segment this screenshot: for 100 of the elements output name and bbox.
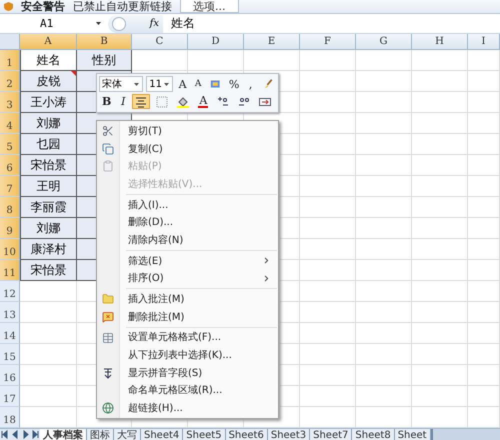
sheet-tab[interactable]: Sheet4 xyxy=(141,429,184,440)
table-cell xyxy=(468,386,500,407)
row-header[interactable]: 15 xyxy=(0,344,20,365)
table-cell xyxy=(356,197,412,218)
column-header[interactable]: A xyxy=(20,34,77,50)
sheet-tab[interactable]: Sheet8 xyxy=(352,429,395,440)
font-color-button[interactable]: A xyxy=(195,94,212,110)
formula-input[interactable]: 姓名 xyxy=(163,15,195,32)
row-header[interactable]: 18 xyxy=(0,407,20,428)
table-cell xyxy=(468,407,500,428)
bold-button[interactable]: B xyxy=(99,94,114,110)
column-header[interactable]: F xyxy=(300,34,356,50)
name-box[interactable]: A1 xyxy=(0,14,108,32)
row-header[interactable]: 2 xyxy=(0,71,20,92)
row-header[interactable]: 1 xyxy=(0,50,20,71)
row-header[interactable]: 12 xyxy=(0,281,20,302)
sheet-navigation-icon[interactable] xyxy=(0,429,40,440)
phonetic-icon xyxy=(102,366,114,379)
menu-item[interactable]: 设置单元格格式(F)... xyxy=(98,328,277,346)
column-header[interactable]: D xyxy=(188,34,244,50)
horizontal-scrollbar[interactable] xyxy=(430,429,500,440)
table-cell: 性别 xyxy=(77,50,132,71)
table-cell xyxy=(356,344,412,365)
sheet-tab[interactable]: Sheet xyxy=(394,429,431,440)
menu-item[interactable]: 显示拼音字段(S) xyxy=(98,364,277,382)
table-cell xyxy=(356,302,412,323)
sheet-tab[interactable]: 人事档案 xyxy=(40,429,87,440)
menu-item[interactable]: 剪切(T) xyxy=(98,122,277,140)
column-header[interactable]: E xyxy=(244,34,300,50)
menu-item[interactable]: 删除批注(M) xyxy=(98,308,277,326)
italic-button[interactable]: I xyxy=(117,94,130,110)
table-cell xyxy=(356,365,412,386)
row-header[interactable]: 5 xyxy=(0,134,20,155)
row-header[interactable]: 3 xyxy=(0,92,20,113)
table-cell xyxy=(300,176,356,197)
menu-item[interactable]: 排序(O) xyxy=(98,270,277,288)
row-header[interactable]: 9 xyxy=(0,218,20,239)
menu-item[interactable]: 命名单元格区域(R)... xyxy=(98,382,277,400)
row-header[interactable]: 4 xyxy=(0,113,20,134)
menu-item[interactable]: 清除内容(N) xyxy=(98,231,277,249)
menu-item[interactable]: 筛选(E) xyxy=(98,252,277,270)
shrink-font-button[interactable]: A xyxy=(192,76,204,92)
merge-cells-icon xyxy=(259,96,272,108)
menu-item[interactable]: 从下拉列表中选择(K)... xyxy=(98,346,277,364)
table-cell xyxy=(412,113,468,134)
font-size-select[interactable]: 11 xyxy=(146,76,174,92)
insert-function-button[interactable]: fx xyxy=(150,18,159,29)
clipboard-icon xyxy=(102,160,114,172)
table-cell xyxy=(468,50,500,71)
sheet-tab[interactable]: Sheet6 xyxy=(226,429,268,440)
menu-item[interactable]: 删除(D)... xyxy=(98,213,277,232)
row-header[interactable]: 14 xyxy=(0,323,20,344)
table-cell xyxy=(356,134,412,155)
options-button[interactable]: 选项... xyxy=(180,0,238,13)
column-header[interactable]: I xyxy=(468,34,500,50)
column-header[interactable]: H xyxy=(412,34,468,50)
table-cell xyxy=(356,386,412,407)
folder-icon xyxy=(102,293,114,306)
table-cell xyxy=(356,155,412,176)
table-cell xyxy=(356,323,412,344)
menu-item[interactable]: 插入(I)... xyxy=(98,196,277,214)
format-button[interactable]: % xyxy=(226,76,242,92)
table-cell xyxy=(468,260,500,281)
table-cell: 皮锐 xyxy=(20,71,77,92)
menu-item[interactable]: 复制(C) xyxy=(98,140,277,158)
row-header[interactable]: 11 xyxy=(0,260,20,281)
column-header[interactable]: G xyxy=(356,34,412,50)
menu-item[interactable]: 插入批注(M) xyxy=(98,290,277,308)
table-cell xyxy=(356,260,412,281)
table-cell xyxy=(468,197,500,218)
sheet-tab[interactable]: Sheet7 xyxy=(310,429,352,440)
table-cell xyxy=(412,50,468,71)
font-name-select[interactable]: 宋体 xyxy=(99,76,144,92)
menu-item[interactable]: 超链接(H)... xyxy=(98,399,277,417)
table-cell xyxy=(300,113,356,134)
table-cell xyxy=(356,239,412,260)
format-button[interactable]: , xyxy=(244,76,257,92)
row-header[interactable]: 13 xyxy=(0,302,20,323)
table-cell xyxy=(412,260,468,281)
sheet-tab[interactable]: Sheet5 xyxy=(183,429,226,440)
row-header[interactable]: 10 xyxy=(0,239,20,260)
row-header[interactable]: 6 xyxy=(0,155,20,176)
row-header[interactable]: 7 xyxy=(0,176,20,197)
grow-font-button[interactable]: A xyxy=(176,76,190,92)
column-header[interactable]: B xyxy=(77,34,132,50)
table-cell xyxy=(412,302,468,323)
toolbar-button[interactable] xyxy=(132,94,150,110)
sheet-tab[interactable]: Sheet3 xyxy=(268,429,310,440)
scissors-icon xyxy=(102,125,114,137)
row-header[interactable]: 8 xyxy=(0,197,20,218)
row-header[interactable]: 17 xyxy=(0,386,20,407)
column-header[interactable]: C xyxy=(132,34,188,50)
table-cell xyxy=(300,302,356,323)
table-cell xyxy=(412,344,468,365)
sheet-tab[interactable]: 图标 xyxy=(87,429,114,440)
table-cell xyxy=(356,113,412,134)
sheet-tab[interactable]: 大写 xyxy=(114,429,141,440)
increase-decimal-icon xyxy=(217,96,230,108)
row-header[interactable]: 16 xyxy=(0,365,20,386)
caret-icon xyxy=(133,82,140,87)
